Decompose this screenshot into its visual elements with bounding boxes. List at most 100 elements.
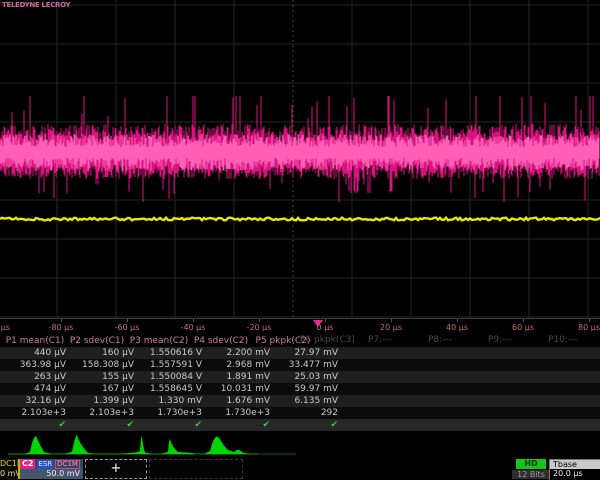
status-check-icon: ✔ [4, 420, 72, 430]
parameter-header[interactable]: P2 sdev(C1) [66, 336, 128, 346]
status-row: ✔✔✔✔✔ [0, 419, 600, 431]
measurement-value: 363.98 µV [4, 360, 72, 370]
channel-c1-descriptor[interactable]: DC1M 0 mV [0, 459, 20, 479]
parameter-header[interactable]: P4 sdev(C2) [190, 336, 252, 346]
measurement-value: 1.730e+3 [140, 408, 208, 418]
axis-tick-mark [193, 319, 194, 322]
parameter-header-inactive[interactable]: P8:--- [428, 335, 452, 345]
measurement-value: 1.399 µV [72, 396, 140, 406]
status-check-icon: ✔ [72, 420, 140, 430]
parameter-header[interactable]: P3 mean(C2) [128, 336, 190, 346]
measurement-value: 6.135 mV [276, 396, 344, 406]
add-trace-button[interactable]: + [85, 459, 147, 479]
axis-tick-mark [259, 319, 260, 322]
c1-scale-label: 0 mV [0, 469, 18, 479]
histicon [160, 439, 198, 454]
measurement-value: 1.558645 V [140, 384, 208, 394]
status-check-icon: ✔ [208, 420, 276, 430]
status-check-icon: ✔ [140, 420, 208, 430]
measurement-value: 158.308 µV [72, 360, 140, 370]
axis-tick-mark [127, 319, 128, 322]
axis-tick-mark [61, 319, 62, 322]
axis-tick-label: 40 µs [446, 323, 468, 332]
measurement-value: 440 µV [4, 348, 72, 358]
axis-tick-mark [523, 319, 524, 322]
measurement-value: 33.477 mV [276, 360, 344, 370]
axis-tick-label: -20 µs [247, 323, 272, 332]
axis-tick-mark [589, 319, 590, 322]
graticule-and-traces [0, 0, 600, 318]
measurement-value: 2.103e+3 [72, 408, 140, 418]
axis-tick-label: 20 µs [380, 323, 402, 332]
channel-c2-descriptor[interactable]: C2 ESR DC1M 50.0 mV [20, 459, 83, 479]
table-row: 263 µV155 µV1.550084 V1.891 mV25.03 mV [0, 371, 600, 383]
timebase-title: Tbase [550, 460, 600, 469]
measurement-value: 1.891 mV [208, 372, 276, 382]
measurement-value: 167 µV [72, 384, 140, 394]
axis-tick-label: 80 µs [578, 323, 600, 332]
measurement-value: 292 [276, 408, 344, 418]
c2-esr-badge: ESR [37, 460, 53, 469]
histicon [118, 436, 152, 454]
axis-tick-label: -60 µs [115, 323, 140, 332]
c2-scale-label: 50.0 mV [20, 469, 83, 479]
measurement-value: 1.550616 V [140, 348, 208, 358]
measurement-value: 1.550084 V [140, 372, 208, 382]
measurement-value: 1.730e+3 [208, 408, 276, 418]
timebase-value: 20.0 µs [550, 469, 600, 479]
time-axis: -100 µs -80 µs -60 µs -40 µs -20 µs 0 µs 20 µs… [0, 318, 600, 335]
axis-tick-mark [325, 319, 326, 322]
measurement-value: 1.330 mV [140, 396, 208, 406]
axis-tick-label: -80 µs [49, 323, 74, 332]
measurement-value: 2.968 mV [208, 360, 276, 370]
measurement-value: 263 µV [4, 372, 72, 382]
timebase-descriptor[interactable]: Tbase 20.0 µs [549, 459, 600, 480]
axis-tick-mark [391, 319, 392, 322]
descriptor-bar: DC1M 0 mV C2 ESR DC1M 50.0 mV + HD 12 Bi… [0, 458, 600, 480]
table-row: 2.103e+32.103e+31.730e+31.730e+3292 [0, 407, 600, 419]
measurement-value: 25.03 mV [276, 372, 344, 382]
measurement-value: 160 µV [72, 348, 140, 358]
histicons [0, 433, 600, 458]
measurement-value: 155 µV [72, 372, 140, 382]
plus-icon: + [111, 461, 122, 476]
oscilloscope-screen: TELEDYNE LECROY -100 µs -80 µs -60 µs -40 µ… [0, 0, 600, 480]
measurement-value: 27.97 mV [276, 348, 344, 358]
c2-channel-chip: C2 [20, 459, 35, 469]
table-row: 474 µV167 µV1.558645 V10.031 mV59.97 mV [0, 383, 600, 395]
hd-bits-label: 12 Bits [512, 470, 550, 479]
axis-tick-mark [457, 319, 458, 322]
table-row: 440 µV160 µV1.550616 V2.200 mV27.97 mV [0, 347, 600, 359]
histicon [204, 437, 252, 454]
measurement-value: 32.16 µV [4, 396, 72, 406]
table-row: 32.16 µV1.399 µV1.330 mV1.676 mV6.135 mV [0, 395, 600, 407]
table-header-row: P1 mean(C1)P2 sdev(C1)P3 mean(C2)P4 sdev… [0, 334, 600, 347]
measurement-value: 10.031 mV [208, 384, 276, 394]
measurement-value: 59.97 mV [276, 384, 344, 394]
axis-tick-label: -40 µs [181, 323, 206, 332]
histicon-strip [0, 433, 600, 458]
axis-tick-label: 60 µs [512, 323, 534, 332]
parameter-header-inactive[interactable]: P6 pkpk(C3) [300, 335, 355, 345]
table-row: 363.98 µV158.308 µV1.557591 V2.968 mV33.… [0, 359, 600, 371]
parameter-header-inactive[interactable]: P10:--- [548, 335, 578, 345]
histicon [64, 435, 98, 454]
measurement-value: 2.200 mV [208, 348, 276, 358]
histicon [24, 436, 52, 454]
c1-coupling-label: DC1M [0, 459, 18, 469]
measurement-value: 474 µV [4, 384, 72, 394]
empty-trace-slot[interactable] [149, 459, 243, 479]
parameter-header-inactive[interactable]: P7:--- [368, 335, 392, 345]
c2-coupling-badge: DC1M [55, 460, 80, 469]
hd-mode-badge[interactable]: HD [516, 459, 546, 469]
measurement-table: P1 mean(C1)P2 sdev(C1)P3 mean(C2)P4 sdev… [0, 334, 600, 431]
axis-tick-label: 0 µs [317, 323, 334, 332]
parameter-header[interactable]: P1 mean(C1) [4, 336, 66, 346]
axis-tick-label: -100 µs [0, 323, 10, 332]
c1-trace [0, 218, 600, 221]
brand-label: TELEDYNE LECROY [2, 1, 70, 9]
parameter-header-inactive[interactable]: P9:--- [488, 335, 512, 345]
waveform-grid [0, 0, 600, 318]
measurement-value: 1.676 mV [208, 396, 276, 406]
measurement-value: 1.557591 V [140, 360, 208, 370]
